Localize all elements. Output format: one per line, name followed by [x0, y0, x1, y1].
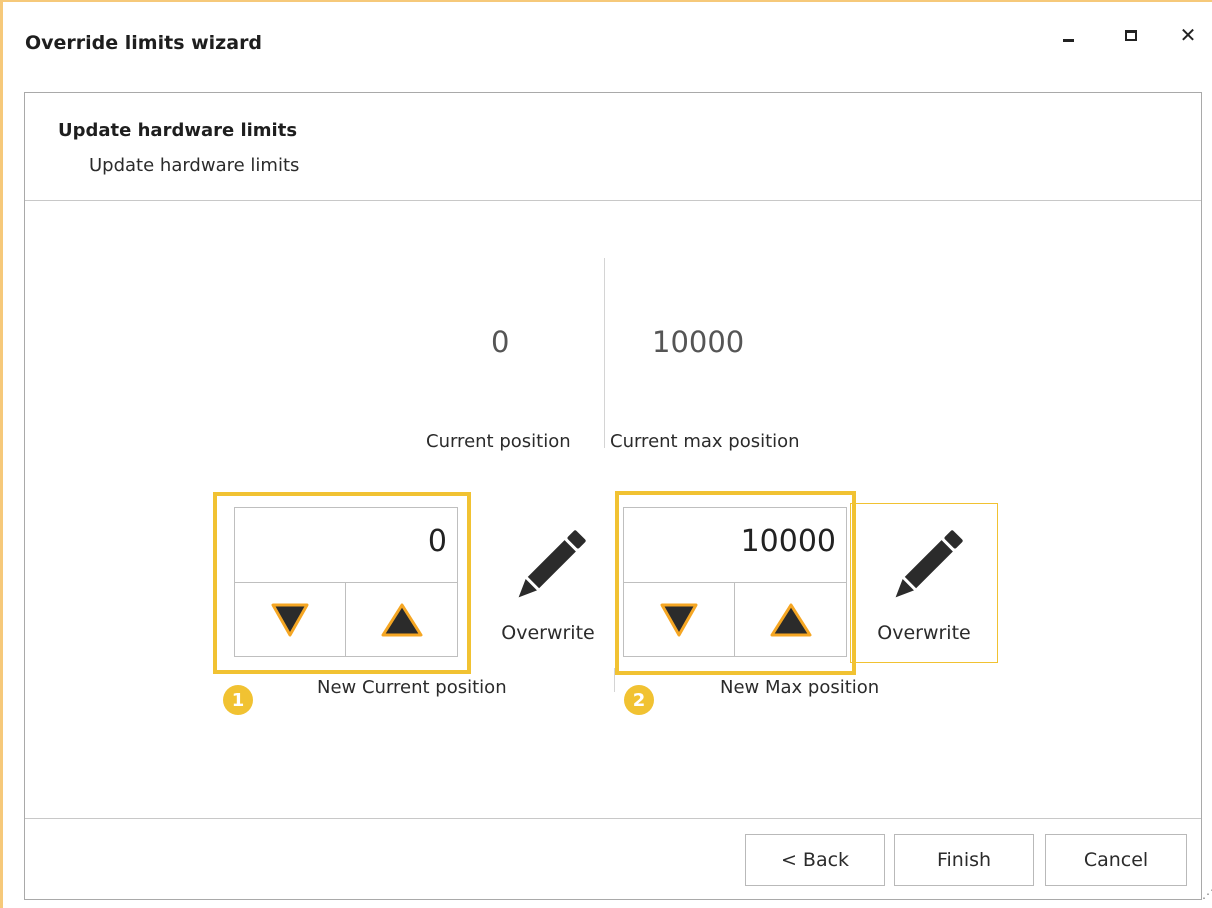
- footer-divider: [25, 818, 1201, 819]
- separator-tick: [614, 668, 615, 692]
- triangle-up-icon: [381, 603, 422, 636]
- new-current-position-input[interactable]: 0: [235, 508, 457, 583]
- overwrite-max-button[interactable]: Overwrite: [850, 503, 998, 663]
- title-bar: Override limits wizard ✕: [3, 2, 1212, 88]
- step-badge-1: 1: [223, 685, 253, 715]
- value-divider: [604, 258, 605, 448]
- current-position-label: Current position: [426, 431, 571, 452]
- finish-button[interactable]: Finish: [894, 834, 1034, 886]
- minimize-button[interactable]: [1050, 20, 1086, 50]
- new-current-decrement-button[interactable]: [235, 583, 346, 656]
- new-max-position-input[interactable]: 10000: [624, 508, 846, 583]
- resize-grip-icon[interactable]: ⋰: [1202, 888, 1212, 908]
- page-header: Update hardware limits Update hardware l…: [25, 93, 1201, 201]
- cancel-button[interactable]: Cancel: [1045, 834, 1187, 886]
- step-badge-2: 2: [624, 685, 654, 715]
- close-icon: ✕: [1179, 23, 1197, 47]
- maximize-icon: [1125, 29, 1137, 41]
- overwrite-max-label: Overwrite: [877, 622, 971, 644]
- maximize-button[interactable]: [1113, 20, 1149, 50]
- new-current-increment-button[interactable]: [346, 583, 457, 656]
- overwrite-current-button[interactable]: Overwrite: [474, 504, 622, 664]
- triangle-down-icon: [271, 603, 309, 636]
- window-title: Override limits wizard: [25, 32, 263, 54]
- minimize-icon: [1062, 38, 1074, 42]
- current-max-position-label: Current max position: [610, 431, 800, 452]
- wizard-window: Override limits wizard ✕ Update hardware…: [0, 0, 1212, 908]
- new-max-position-stepper: 10000: [623, 507, 847, 657]
- new-current-position-stepper: 0: [234, 507, 458, 657]
- triangle-up-icon: [770, 603, 811, 636]
- new-max-position-label: New Max position: [720, 677, 880, 698]
- new-max-increment-button[interactable]: [735, 583, 846, 656]
- current-position-value: 0: [491, 325, 510, 359]
- current-max-position-value: 10000: [652, 325, 745, 359]
- close-button[interactable]: ✕: [1170, 20, 1206, 50]
- new-current-position-label: New Current position: [317, 677, 507, 698]
- page-title: Update hardware limits: [58, 120, 298, 141]
- pencil-icon: [895, 530, 963, 598]
- overwrite-current-label: Overwrite: [501, 622, 595, 644]
- back-button[interactable]: < Back: [745, 834, 885, 886]
- triangle-down-icon: [660, 603, 698, 636]
- pencil-icon: [518, 530, 586, 598]
- wizard-content: Update hardware limits Update hardware l…: [24, 92, 1202, 900]
- new-max-decrement-button[interactable]: [624, 583, 735, 656]
- page-subtitle: Update hardware limits: [89, 155, 300, 176]
